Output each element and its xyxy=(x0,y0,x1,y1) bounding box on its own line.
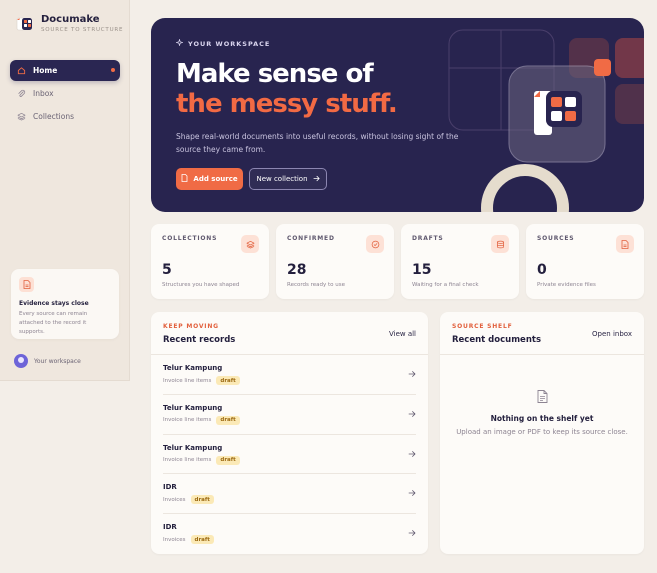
document-icon xyxy=(19,277,34,292)
empty-title: Nothing on the shelf yet xyxy=(490,414,594,423)
arrow-right-icon xyxy=(408,530,416,537)
hero-title-line2: the messy stuff. xyxy=(176,89,398,119)
arrow-right-icon xyxy=(408,371,416,377)
nav-item-collections[interactable]: Collections xyxy=(10,106,120,127)
paperclip-icon xyxy=(17,89,26,98)
main-nav: Home Inbox Collections xyxy=(10,60,120,129)
add-source-button[interactable]: Add source xyxy=(176,168,243,190)
evidence-card: Evidence stays close Every source can re… xyxy=(11,269,119,339)
record-meta: Invoice line items draft xyxy=(163,376,416,385)
status-badge: draft xyxy=(216,455,240,465)
stat-card-confirmed[interactable]: CONFIRMED 28 Records ready to use xyxy=(276,224,394,299)
documake-logo-icon xyxy=(16,15,34,33)
file-icon xyxy=(616,235,634,253)
record-name: Telur Kampung xyxy=(163,364,223,372)
record-collection: Invoices xyxy=(163,496,186,503)
brand[interactable]: Documake SOURCE TO STRUCTURE xyxy=(16,14,123,33)
record-row[interactable]: IDR Invoices draft xyxy=(163,474,416,515)
database-icon xyxy=(491,235,509,253)
hero-banner: YOUR WORKSPACE Make sense of the messy s… xyxy=(151,18,644,212)
panel-eyebrow: KEEP MOVING xyxy=(163,323,219,330)
record-collection: Invoice line items xyxy=(163,417,212,424)
sidebar: Documake SOURCE TO STRUCTURE Home Inbox … xyxy=(0,0,130,381)
stat-card-collections[interactable]: COLLECTIONS 5 Structures you have shaped xyxy=(151,224,269,299)
brand-name: Documake xyxy=(41,14,100,25)
arrow-right-icon xyxy=(408,490,416,497)
record-meta: Invoice line items draft xyxy=(163,455,416,465)
hero-description: Shape real-world documents into useful r… xyxy=(176,132,459,154)
layers-icon xyxy=(241,235,259,253)
empty-state: Nothing on the shelf yet Upload an image… xyxy=(440,388,644,436)
new-collection-button[interactable]: New collection xyxy=(249,168,327,190)
user-row[interactable]: Your workspace xyxy=(14,354,81,368)
check-circle-icon xyxy=(366,235,384,253)
panel-eyebrow: SOURCE SHELF xyxy=(452,323,513,330)
record-row[interactable]: IDR Invoices draft xyxy=(163,514,416,554)
nav-item-inbox[interactable]: Inbox xyxy=(10,83,120,104)
hero-title-line1: Make sense of xyxy=(176,59,374,89)
record-meta: Invoices draft xyxy=(163,495,416,505)
stat-sub: Structures you have shaped xyxy=(162,282,240,288)
status-badge: draft xyxy=(190,535,214,545)
empty-text: Upload an image or PDF to keep its sourc… xyxy=(456,428,628,436)
record-name: IDR xyxy=(163,523,177,532)
hero-illustration xyxy=(448,29,644,212)
avatar xyxy=(14,354,28,368)
active-dot xyxy=(111,68,115,72)
record-meta: Invoices draft xyxy=(163,535,416,545)
record-collection: Invoice line items xyxy=(163,377,212,384)
evidence-title: Evidence stays close xyxy=(19,300,89,307)
recent-documents-panel: SOURCE SHELF Recent documents Open inbox… xyxy=(440,312,644,554)
stat-value: 5 xyxy=(162,262,172,278)
arrow-right-icon xyxy=(313,175,320,184)
record-collection: Invoice line items xyxy=(163,457,212,464)
record-row[interactable]: Telur Kampung Invoice line items draft xyxy=(163,395,416,435)
stat-card-drafts[interactable]: DRAFTS 15 Waiting for a final check xyxy=(401,224,519,299)
record-row[interactable]: Telur Kampung Invoice line items draft xyxy=(163,435,416,475)
stat-sub: Records ready to use xyxy=(287,282,346,288)
status-badge: draft xyxy=(190,495,214,505)
home-icon xyxy=(17,66,26,75)
record-name: IDR xyxy=(163,483,177,492)
stat-value: 28 xyxy=(287,262,307,278)
panel-header: KEEP MOVING Recent records View all xyxy=(151,312,428,355)
stat-sub: Waiting for a final check xyxy=(412,282,479,288)
hero-title: Make sense of the messy stuff. xyxy=(176,59,398,119)
status-badge: draft xyxy=(216,376,240,385)
panel-header: SOURCE SHELF Recent documents Open inbox xyxy=(440,312,644,355)
evidence-text: Every source can remain attached to the … xyxy=(19,311,88,335)
document-icon xyxy=(537,390,547,403)
sparkle-icon xyxy=(175,38,184,48)
stat-card-sources[interactable]: SOURCES 0 Private evidence files xyxy=(526,224,644,299)
hero-eyebrow-text: YOUR WORKSPACE xyxy=(188,39,271,48)
view-all-link[interactable]: View all xyxy=(389,330,416,338)
user-label: Your workspace xyxy=(34,357,81,365)
nav-item-label: Inbox xyxy=(33,89,54,98)
add-source-label: Add source xyxy=(193,175,238,183)
stat-sub: Private evidence files xyxy=(537,282,596,288)
record-collection: Invoices xyxy=(163,536,186,543)
open-inbox-link[interactable]: Open inbox xyxy=(592,330,632,338)
record-meta: Invoice line items draft xyxy=(163,415,416,425)
stat-value: 0 xyxy=(537,262,547,278)
record-row[interactable]: Telur Kampung Invoice line items draft xyxy=(163,355,416,395)
record-name: Telur Kampung xyxy=(163,443,223,452)
status-badge: draft xyxy=(216,415,240,425)
arrow-right-icon xyxy=(408,410,416,417)
file-icon xyxy=(181,174,188,184)
hero-eyebrow: YOUR WORKSPACE xyxy=(175,38,271,48)
brand-tagline: SOURCE TO STRUCTURE xyxy=(41,27,124,33)
layers-icon xyxy=(17,112,26,121)
nav-item-label: Home xyxy=(33,66,58,75)
stat-value: 15 xyxy=(412,262,432,278)
records-list: Telur Kampung Invoice line items draft T… xyxy=(151,355,428,554)
recent-records-panel: KEEP MOVING Recent records View all Telu… xyxy=(151,312,428,554)
nav-item-home[interactable]: Home xyxy=(10,60,120,81)
new-collection-label: New collection xyxy=(256,175,308,183)
nav-item-label: Collections xyxy=(33,112,75,121)
arrow-right-icon xyxy=(408,450,416,457)
record-name: Telur Kampung xyxy=(163,403,223,412)
panel-title: Recent records xyxy=(163,335,236,345)
